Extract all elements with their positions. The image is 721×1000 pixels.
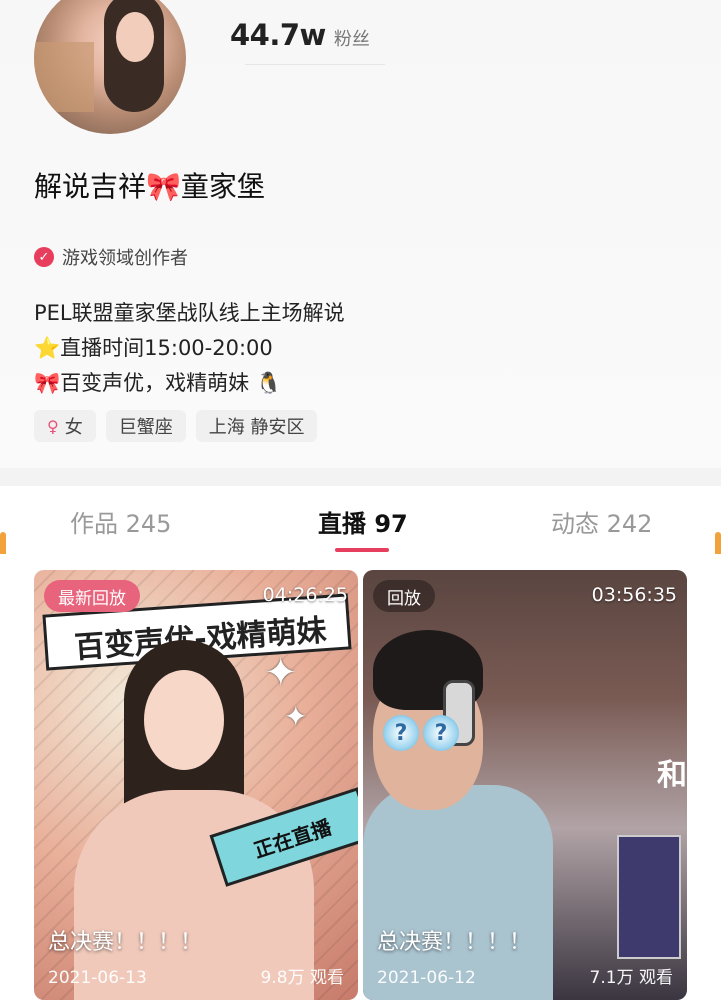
video-grid: 百变声优-戏精萌妹 ✦ ✦ 正在直播 最新回放 04:26:25 总决赛！！！！…: [0, 554, 721, 1000]
live-sticker-text: 正在直播: [250, 814, 335, 863]
avatar-background-shelf: [34, 42, 94, 112]
gender-tag: ♀ 女: [34, 410, 96, 442]
background-poster: [617, 835, 681, 959]
sparkle-icon: ✦: [284, 700, 308, 733]
sparkle-icon: ✦: [264, 650, 298, 696]
video-card[interactable]: 百变声优-戏精萌妹 ✦ ✦ 正在直播 最新回放 04:26:25 总决赛！！！！…: [34, 570, 358, 1000]
verification-row: ✓ 游戏领域创作者: [34, 244, 188, 270]
location-tag: 上海 静安区: [195, 410, 318, 442]
video-views: 7.1万 观看: [589, 968, 673, 988]
video-date: 2021-06-12: [377, 968, 476, 988]
female-icon: ♀: [47, 416, 59, 436]
profile-name: 解说吉祥🎀童家堡: [34, 170, 265, 203]
wall-text: 和: [657, 758, 687, 793]
fans-label: 粉丝: [333, 29, 370, 50]
video-card[interactable]: ? ? 和 回放 03:56:35 总决赛！！！！ 2021-06-12 7.1…: [363, 570, 687, 1000]
verified-check-icon: ✓: [34, 247, 54, 267]
video-title: 总决赛！！！！: [48, 930, 203, 955]
avatar[interactable]: [34, 0, 186, 134]
bio-line: ⭐直播时间15:00-20:00: [34, 336, 273, 360]
thumbnail-figure-face: [144, 670, 224, 770]
replay-badge: 回放: [373, 580, 435, 612]
zodiac-tag: 巨蟹座: [105, 410, 186, 442]
gender-label: 女: [64, 417, 83, 438]
fans-stat[interactable]: 44.7w 粉丝: [230, 18, 370, 52]
fans-divider: [245, 64, 385, 65]
video-views: 9.8万 观看: [260, 968, 344, 988]
replay-badge: 最新回放: [44, 580, 140, 612]
video-title: 总决赛！！！！: [377, 930, 532, 955]
profile-bio: PEL联盟童家堡战队线上主场解说 ⭐直播时间15:00-20:00 🎀百变声优，…: [34, 296, 345, 401]
profile-header: 44.7w 粉丝 解说吉祥🎀童家堡 ✓ 游戏领域创作者 PEL联盟童家堡战队线上…: [0, 0, 721, 468]
question-mask-icon: ?: [423, 715, 459, 751]
bio-line: 🎀百变声优，戏精萌妹 🐧: [34, 371, 282, 395]
avatar-face: [116, 12, 154, 62]
video-duration: 04:26:25: [262, 584, 348, 606]
fans-count: 44.7w: [230, 18, 326, 52]
tab-live[interactable]: 直播 97: [318, 504, 408, 539]
verification-label: 游戏领域创作者: [62, 248, 188, 269]
profile-tags: ♀ 女 巨蟹座 上海 静安区: [34, 410, 318, 442]
content-tabs: 作品 245 直播 97 动态 242: [0, 486, 721, 554]
tab-works[interactable]: 作品 245: [70, 504, 171, 539]
active-tab-indicator: [335, 548, 389, 552]
video-date: 2021-06-13: [48, 968, 147, 988]
video-duration: 03:56:35: [591, 584, 677, 606]
bio-line: PEL联盟童家堡战队线上主场解说: [34, 301, 345, 325]
tab-moments[interactable]: 动态 242: [551, 504, 652, 539]
question-mask-icon: ?: [383, 715, 419, 751]
